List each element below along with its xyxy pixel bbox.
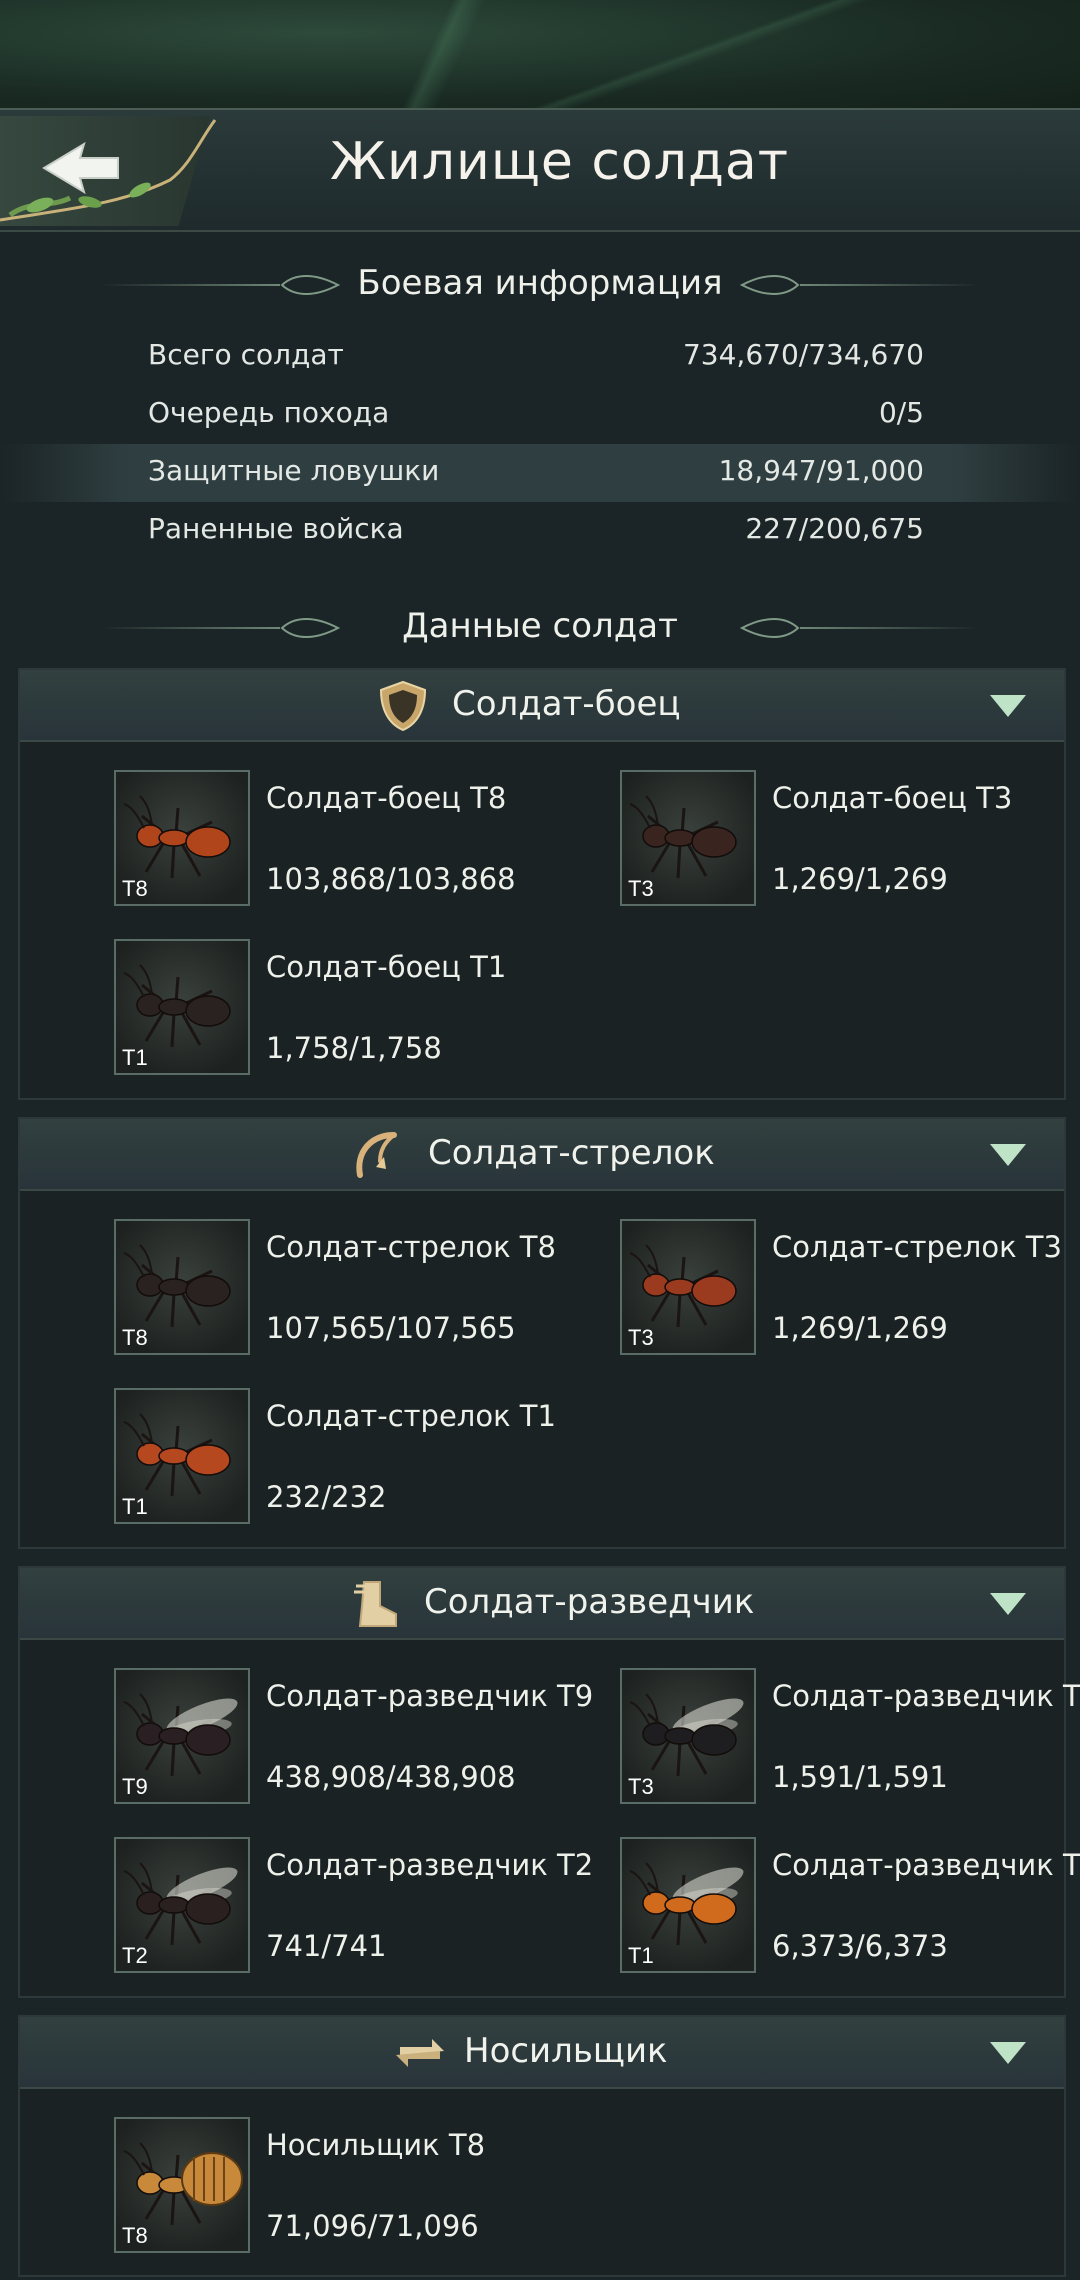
unit-name: Солдат-разведчик T2 [266, 1848, 594, 1882]
leaf-background [0, 0, 1080, 110]
unit-count: 741/741 [266, 1929, 387, 1963]
category-header-carrier[interactable]: Носильщик [20, 2017, 1064, 2089]
battle-info-header: Боевая информация [0, 255, 1080, 315]
unit-count: 6,373/6,373 [772, 1929, 948, 1963]
unit-name: Солдат-стрелок T3 [772, 1230, 1062, 1264]
unit-count: 71,096/71,096 [266, 2209, 479, 2243]
unit-count: 438,908/438,908 [266, 1760, 516, 1794]
stat-row-wounded-troops: Раненные войска 227/200,675 [148, 512, 924, 545]
unit-count: 1,269/1,269 [772, 862, 948, 896]
unit-card-scout-t3[interactable]: T3 Солдат-разведчик T3 1,591/1,591 [620, 1668, 1080, 1808]
category-header-fighter[interactable]: Солдат-боец [20, 670, 1064, 742]
unit-portrait: T2 [114, 1837, 250, 1973]
boot-icon [354, 1581, 397, 1627]
leaf-ornament-icon [740, 618, 800, 638]
unit-name: Солдат-боец T3 [772, 781, 1013, 815]
unit-name: Солдат-разведчик T3 [772, 1679, 1080, 1713]
unit-portrait: T9 [114, 1668, 250, 1804]
unit-portrait: T1 [114, 939, 250, 1075]
header-bar: Жилище солдат [0, 108, 1080, 232]
unit-card-fighter-t8[interactable]: T8 Солдат-боец T8 103,868/103,868 [114, 770, 614, 910]
unit-count: 1,758/1,758 [266, 1031, 442, 1065]
battle-info-title: Боевая информация [357, 263, 723, 303]
chevron-down-icon[interactable] [990, 695, 1026, 717]
unit-card-scout-t2[interactable]: T2 Солдат-разведчик T2 741/741 [114, 1837, 614, 1977]
unit-portrait: T3 [620, 770, 756, 906]
unit-card-archer-t8[interactable]: T8 Солдат-стрелок T8 107,565/107,565 [114, 1219, 614, 1359]
chevron-down-icon[interactable] [990, 1593, 1026, 1615]
bow-icon [356, 1132, 397, 1178]
chevron-down-icon[interactable] [990, 1144, 1026, 1166]
unit-portrait: T1 [620, 1837, 756, 1973]
unit-card-scout-t9[interactable]: T9 Солдат-разведчик T9 438,908/438,908 [114, 1668, 614, 1808]
unit-name: Солдат-стрелок T1 [266, 1399, 556, 1433]
category-header-scout[interactable]: Солдат-разведчик [20, 1568, 1064, 1640]
chevron-down-icon[interactable] [990, 2042, 1026, 2064]
unit-portrait: T3 [620, 1219, 756, 1355]
unit-card-fighter-t1[interactable]: T1 Солдат-боец T1 1,758/1,758 [114, 939, 614, 1079]
unit-name: Солдат-боец T8 [266, 781, 507, 815]
transfer-arrows-icon [396, 2039, 444, 2067]
unit-portrait: T8 [114, 770, 250, 906]
unit-name: Солдат-стрелок T8 [266, 1230, 556, 1264]
stat-row-total-soldiers: Всего солдат 734,670/734,670 [148, 338, 924, 371]
unit-name: Солдат-разведчик T9 [266, 1679, 594, 1713]
unit-card-fighter-t3[interactable]: T3 Солдат-боец T3 1,269/1,269 [620, 770, 1080, 910]
vine-decoration [0, 119, 217, 222]
category-header-archer[interactable]: Солдат-стрелок [20, 1119, 1064, 1191]
page-title: Жилище солдат [330, 132, 790, 192]
unit-name: Солдат-боец T1 [266, 950, 507, 984]
stat-row-defense-traps: Защитные ловушки 18,947/91,000 [0, 444, 1080, 502]
soldier-data-header: Данные солдат [0, 598, 1080, 658]
unit-portrait: T8 [114, 2117, 250, 2253]
soldier-data-title: Данные солдат [402, 606, 678, 646]
unit-count: 232/232 [266, 1480, 387, 1514]
unit-count: 1,269/1,269 [772, 1311, 948, 1345]
unit-card-archer-t3[interactable]: T3 Солдат-стрелок T3 1,269/1,269 [620, 1219, 1080, 1359]
stat-row-march-queue: Очередь похода 0/5 [148, 396, 924, 429]
unit-count: 103,868/103,868 [266, 862, 516, 896]
unit-card-archer-t1[interactable]: T1 Солдат-стрелок T1 232/232 [114, 1388, 614, 1528]
unit-name: Носильщик T8 [266, 2128, 486, 2162]
unit-count: 107,565/107,565 [266, 1311, 516, 1345]
unit-count: 1,591/1,591 [772, 1760, 948, 1794]
unit-card-scout-t1[interactable]: T1 Солдат-разведчик T1 6,373/6,373 [620, 1837, 1080, 1977]
unit-portrait: T3 [620, 1668, 756, 1804]
unit-card-carrier-t8[interactable]: T8 Носильщик T8 71,096/71,096 [114, 2117, 614, 2257]
shield-icon [379, 680, 427, 732]
leaf-ornament-icon [740, 275, 800, 295]
unit-portrait: T8 [114, 1219, 250, 1355]
unit-portrait: T1 [114, 1388, 250, 1524]
unit-name: Солдат-разведчик T1 [772, 1848, 1080, 1882]
